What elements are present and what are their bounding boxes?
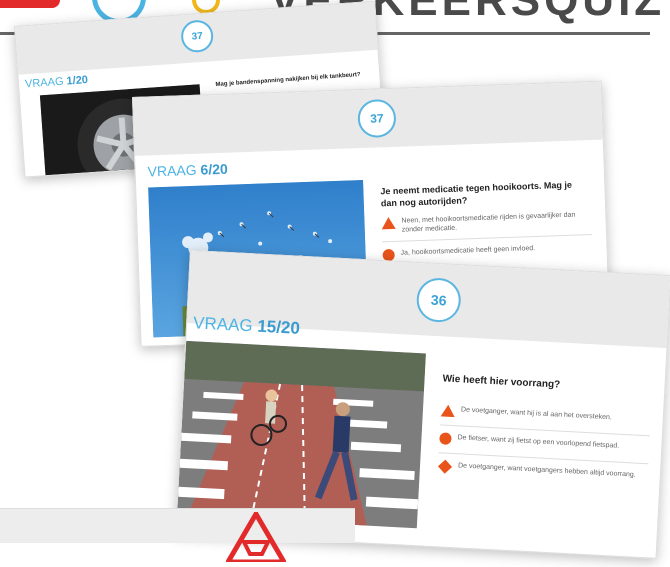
answer-text: Ja, hooikoortsmedicatie heeft geen invlo… <box>400 245 536 257</box>
answer-option-b[interactable]: De fietser, want zij fietst op een voorl… <box>439 432 649 455</box>
question-text: Je neemt medicatie tegen hooikoorts. Mag… <box>380 179 573 209</box>
answer-text: De voetganger, want voetgangers hebben a… <box>457 462 636 479</box>
bottom-panel <box>0 508 355 543</box>
warning-sign-logo-icon <box>223 509 289 567</box>
warning-triangle-icon <box>440 404 456 418</box>
answer-text: De fietser, want zij fietst op een voorl… <box>457 434 620 450</box>
answer-option-b[interactable]: Ja, hooikoortsmedicatie heeft geen invlo… <box>382 242 592 262</box>
answer-option-a[interactable]: Neen, met hooikoortsmedicatie rijden is … <box>381 210 592 236</box>
answer-text: Neen, met hooikoortsmedicatie rijden is … <box>401 211 576 235</box>
question-counter: VRAAG 6/20 <box>147 160 229 180</box>
answer-circle-icon <box>439 432 452 445</box>
answer-diamond-icon <box>437 459 453 474</box>
answer-option-c[interactable]: De voetganger, want voetgangers hebben a… <box>437 459 648 483</box>
brand-red-shape <box>0 0 60 8</box>
question-text: Wie heeft hier voorrang? <box>442 373 561 391</box>
question-text: Mag je bandenspanning nakijken bij elk t… <box>215 71 361 89</box>
question-counter: VRAAG 15/20 <box>192 313 301 338</box>
warning-triangle-icon <box>381 216 396 230</box>
question-counter: VRAAG 1/20 <box>24 73 89 91</box>
answer-text: De voetganger, want hij is al aan het ov… <box>460 406 612 422</box>
question-photo <box>177 340 426 529</box>
answer-divider <box>382 234 593 243</box>
answer-option-a[interactable]: De voetganger, want hij is al aan het ov… <box>440 404 651 427</box>
